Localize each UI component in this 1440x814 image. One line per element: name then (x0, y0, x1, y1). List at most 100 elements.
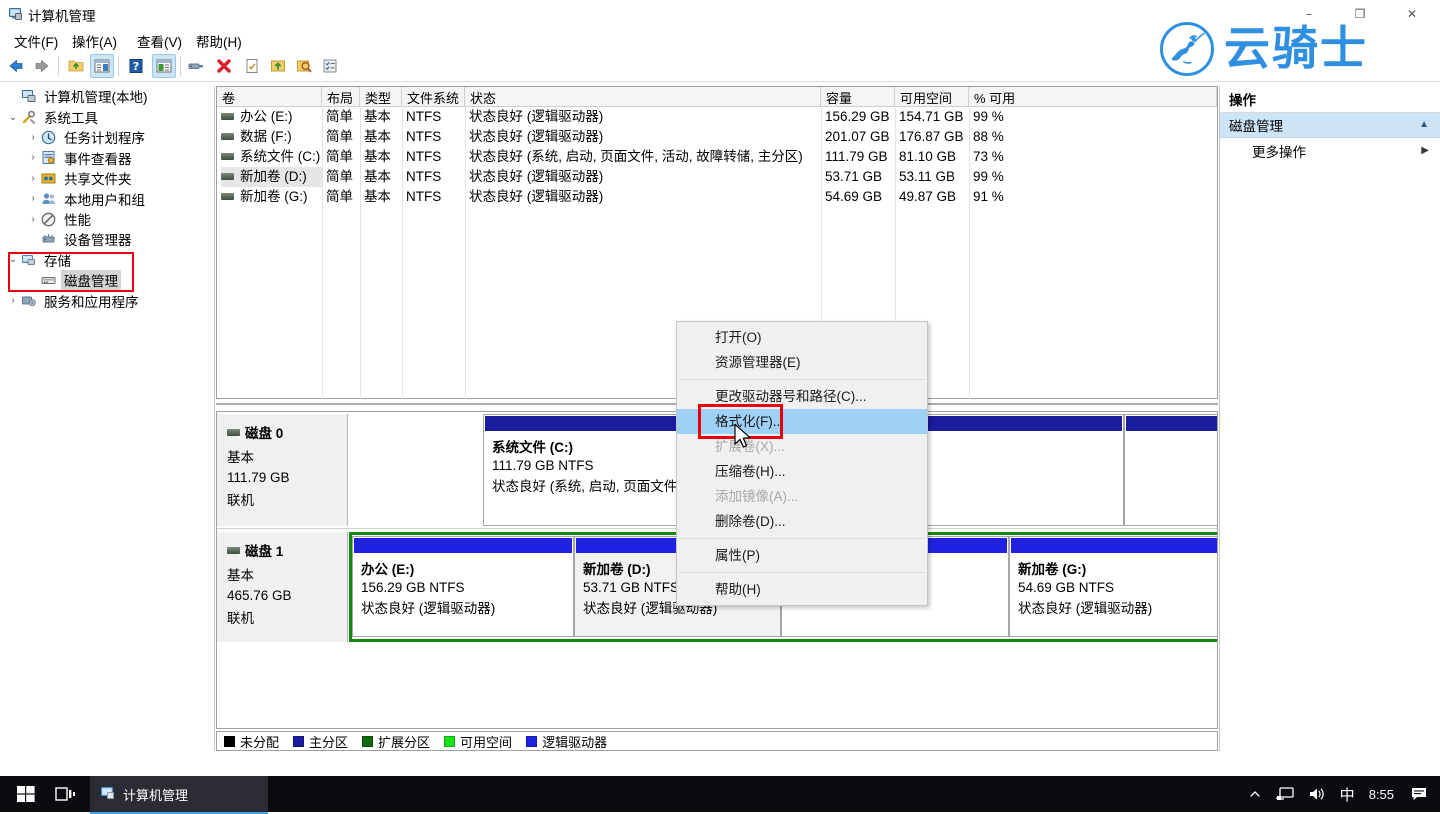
partition-text: 办公 (E:)156.29 GB NTFS状态良好 (逻辑驱动器) (353, 554, 573, 617)
partition-1-0[interactable]: 办公 (E:)156.29 GB NTFS状态良好 (逻辑驱动器) (352, 536, 574, 637)
context-menu-item-7[interactable]: 压缩卷(H)... (677, 459, 927, 484)
table-row[interactable]: 新加卷 (G:)简单基本NTFS状态良好 (逻辑驱动器)54.69 GB49.8… (217, 187, 1217, 207)
computer-management-window: 计算机管理 – ❐ ✕ 文件(F)操作(A)查看(V)帮助(H) ? (0, 0, 1440, 812)
brand-text: 云骑士 (1224, 20, 1368, 76)
legend-swatch (444, 736, 455, 747)
table-row[interactable]: 办公 (E:)简单基本NTFS状态良好 (逻辑驱动器)156.29 GB154.… (217, 107, 1217, 127)
clock-icon (40, 129, 57, 145)
column-header-8[interactable]: % 可用 (969, 87, 1217, 106)
ime-icon[interactable]: 中 (1340, 784, 1355, 805)
cell-layout: 简单 (326, 167, 360, 187)
tree-chevron-icon[interactable] (26, 232, 40, 246)
partition-0-1[interactable] (1124, 414, 1218, 526)
notification-icon[interactable] (1410, 786, 1428, 802)
computer-management-icon (100, 785, 116, 804)
context-menu-item-13[interactable]: 帮助(H) (677, 577, 927, 602)
cell-free: 49.87 GB (899, 187, 969, 207)
tree-chevron-icon[interactable]: › (26, 151, 40, 165)
tree-root[interactable]: 计算机管理(本地) (6, 86, 151, 106)
tree-chevron-icon[interactable]: › (26, 171, 40, 185)
cell-volume: 办公 (E:) (240, 109, 293, 124)
column-header-4[interactable]: 文件系统 (402, 87, 465, 106)
users-icon (40, 191, 57, 207)
column-divider (465, 106, 466, 399)
sidebar-item-5[interactable]: ›本地用户和组 (26, 189, 148, 209)
tree-chevron-icon[interactable]: › (26, 130, 40, 144)
column-header-2[interactable]: 布局 (322, 87, 360, 106)
rescan-disks-icon[interactable] (266, 54, 290, 78)
context-menu-item-9[interactable]: 删除卷(D)... (677, 509, 927, 534)
sidebar-item-10[interactable]: ›服务和应用程序 (6, 291, 142, 311)
console-tree-pane: 计算机管理(本地)⌄系统工具›任务计划程序›事件查看器›共享文件夹›本地用户和组… (0, 86, 215, 751)
menu-1[interactable]: 文件(F) (8, 30, 64, 51)
tree-chevron-icon[interactable]: › (26, 192, 40, 206)
partition-1-3[interactable]: 新加卷 (G:)54.69 GB NTFS状态良好 (逻辑驱动器) (1009, 536, 1218, 637)
sidebar-item-2[interactable]: ›任务计划程序 (26, 127, 148, 147)
cell-fs: NTFS (406, 127, 465, 147)
show-hidden-icons-chevron[interactable] (1248, 787, 1262, 801)
column-header-7[interactable]: 可用空间 (895, 87, 969, 106)
column-header-6[interactable]: 容量 (821, 87, 895, 106)
cell-layout: 简单 (326, 187, 360, 207)
context-menu-item-1[interactable]: 打开(O) (677, 325, 927, 350)
legend-item-1: 未分配 (224, 732, 279, 751)
menu-3[interactable]: 查看(V) (131, 30, 188, 51)
actions-item-more-actions[interactable]: 更多操作 ▶ (1220, 138, 1440, 164)
search-icon[interactable] (292, 54, 316, 78)
column-header-5[interactable]: 状态 (465, 87, 821, 106)
tree-chevron-icon[interactable]: › (26, 212, 40, 226)
disk-info-0[interactable]: 磁盘 0基本111.79 GB联机 (217, 414, 348, 526)
show-action-pane-icon[interactable] (152, 54, 176, 78)
export-list-icon[interactable] (240, 54, 264, 78)
menu-4[interactable]: 帮助(H) (190, 30, 248, 51)
network-icon[interactable] (1276, 786, 1294, 802)
column-header-1[interactable]: 卷 (217, 87, 322, 106)
context-menu-separator (679, 538, 925, 539)
properties-icon[interactable] (184, 54, 208, 78)
up-folder-icon[interactable] (64, 54, 88, 78)
cell-capacity: 54.69 GB (825, 187, 895, 207)
cell-status: 状态良好 (逻辑驱动器) (469, 107, 821, 127)
partition-text (1125, 432, 1218, 438)
table-row[interactable]: 新加卷 (D:)简单基本NTFS状态良好 (逻辑驱动器)53.71 GB53.1… (217, 167, 1217, 187)
task-view-icon[interactable] (48, 780, 84, 808)
menu-2[interactable]: 操作(A) (66, 30, 123, 51)
task-list-icon[interactable] (318, 54, 342, 78)
delete-icon[interactable] (212, 54, 236, 78)
sidebar-item-6[interactable]: ›性能 (26, 209, 94, 229)
context-menu-item-2[interactable]: 资源管理器(E) (677, 350, 927, 375)
volume-context-menu: 打开(O)资源管理器(E)更改驱动器号和路径(C)...格式化(F)...扩展卷… (676, 321, 928, 606)
context-menu-item-11[interactable]: 属性(P) (677, 543, 927, 568)
volume-icon[interactable] (1308, 786, 1326, 802)
tree-chevron-icon[interactable]: › (6, 294, 20, 308)
legend-item-2: 主分区 (293, 732, 348, 751)
actions-group-disk-management[interactable]: 磁盘管理 ▲ (1220, 113, 1440, 138)
legend-swatch (362, 736, 373, 747)
table-row[interactable]: 数据 (F:)简单基本NTFS状态良好 (逻辑驱动器)201.07 GB176.… (217, 127, 1217, 147)
forward-icon[interactable] (30, 54, 54, 78)
back-icon[interactable] (4, 54, 28, 78)
sidebar-item-1[interactable]: ⌄系统工具 (6, 107, 101, 127)
cell-type: 基本 (364, 127, 402, 147)
tree-chevron-icon[interactable]: ⌄ (6, 110, 20, 124)
column-header-3[interactable]: 类型 (360, 87, 402, 106)
actions-pane-title: 操作 (1220, 86, 1440, 113)
disk-info-1[interactable]: 磁盘 1基本465.76 GB联机 (217, 532, 348, 642)
actions-group-label: 磁盘管理 (1229, 115, 1283, 135)
show-hide-tree-icon[interactable] (90, 54, 114, 78)
clock[interactable]: 8:55 (1369, 787, 1394, 802)
sidebar-item-3[interactable]: ›事件查看器 (26, 148, 135, 168)
volume-drive-icon (221, 153, 234, 160)
cell-volume: 新加卷 (D:) (240, 169, 307, 184)
sidebar-item-7[interactable]: 设备管理器 (26, 229, 135, 249)
start-icon[interactable] (6, 780, 46, 808)
help-icon[interactable]: ? (124, 54, 148, 78)
cell-capacity: 201.07 GB (825, 127, 895, 147)
cell-free: 176.87 GB (899, 127, 969, 147)
console-tree: 计算机管理(本地)⌄系统工具›任务计划程序›事件查看器›共享文件夹›本地用户和组… (0, 86, 214, 90)
shared-folder-icon (40, 170, 57, 186)
table-row[interactable]: 系统文件 (C:)简单基本NTFS状态良好 (系统, 启动, 页面文件, 活动,… (217, 147, 1217, 167)
sidebar-item-4[interactable]: ›共享文件夹 (26, 168, 135, 188)
cell-layout: 简单 (326, 107, 360, 127)
taskbar-app-computer-management[interactable]: 计算机管理 (90, 776, 268, 814)
